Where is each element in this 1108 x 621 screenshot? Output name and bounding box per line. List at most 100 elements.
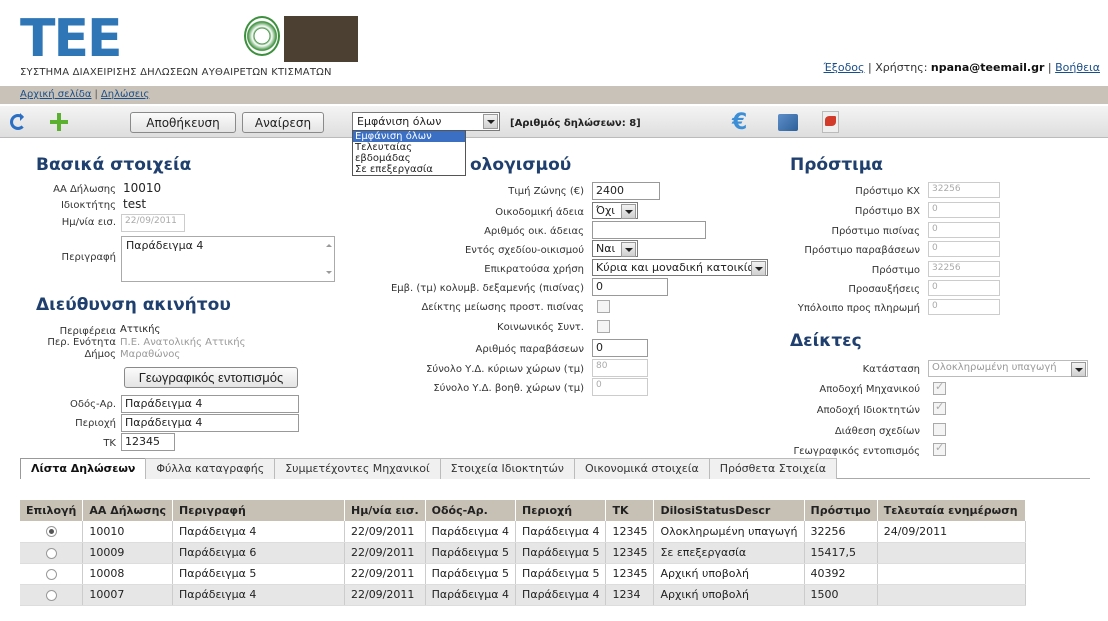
cell-last-update: 24/09/2011: [877, 521, 1026, 543]
geolocation-button[interactable]: Γεωγραφικός εντοπισμός: [124, 367, 298, 388]
prevailing-use-select[interactable]: Κύρια και μοναδική κατοικία: [592, 259, 768, 276]
pool-area-input[interactable]: 0: [592, 278, 668, 296]
owners-acceptance-label: Αποδοχή Ιδιοκτητών: [816, 405, 920, 416]
basic-info-title: Βασικά στοιχεία: [36, 155, 192, 175]
status-value: Ολοκληρωμένη υπαγωγή: [932, 362, 1057, 373]
logout-link[interactable]: Έξοδος: [824, 61, 865, 74]
help-link[interactable]: Βοήθεια: [1055, 61, 1100, 74]
row-select-radio[interactable]: [45, 589, 57, 601]
col-date[interactable]: Ημ/νία εισ.: [344, 500, 426, 521]
user-email: npana@teemail.gr: [930, 61, 1045, 74]
breadcrumb-declarations[interactable]: Δηλώσεις: [101, 89, 149, 100]
tab-financials[interactable]: Οικονομικά στοιχεία: [573, 458, 710, 479]
row-select-radio[interactable]: [45, 526, 57, 538]
permit-number-input[interactable]: [592, 221, 706, 239]
pool-index-label: Δείκτης μείωσης προστ. πισίνας: [421, 302, 584, 313]
cell-status: Αρχική υποβολή: [653, 563, 805, 585]
col-aa[interactable]: ΑΑ Δήλωσης: [82, 500, 173, 521]
main-spaces-total-label: Σύνολο Υ.Δ. κύριων χώρων (τμ): [426, 364, 584, 375]
social-checkbox[interactable]: [597, 320, 610, 333]
col-description[interactable]: Περιγραφή: [172, 500, 345, 521]
col-select[interactable]: Επιλογή: [20, 500, 84, 521]
owners-acceptance-checkbox: [933, 400, 946, 415]
zone-price-input[interactable]: 2400: [592, 182, 660, 200]
save-button[interactable]: Αποθήκευση: [130, 112, 236, 133]
col-last-update[interactable]: Τελευταία ενημέρωση: [877, 500, 1026, 521]
col-fine[interactable]: Πρόστιμο: [804, 500, 878, 521]
indicators-title: Δείκτες: [790, 331, 862, 351]
cancel-button[interactable]: Αναίρεση: [242, 112, 324, 133]
cell-description: Παράδειγμα 4: [172, 521, 345, 543]
chevron-down-icon[interactable]: [751, 261, 766, 276]
col-area[interactable]: Περιοχή: [515, 500, 607, 521]
in-plan-select[interactable]: Ναι: [592, 240, 638, 257]
refresh-icon[interactable]: [10, 113, 26, 130]
col-status[interactable]: DilosiStatusDescr: [653, 500, 805, 521]
violations-input[interactable]: 0: [592, 339, 648, 357]
pool-index-checkbox[interactable]: [597, 300, 610, 313]
row-select-radio[interactable]: [45, 547, 57, 559]
tab-owners[interactable]: Στοιχεία Ιδιοκτητών: [439, 458, 575, 479]
toolbar: Αποθήκευση Αναίρεση Εμφάνιση όλων [Αριθμ…: [0, 106, 1108, 138]
add-icon[interactable]: [50, 113, 68, 131]
date-field: 22/09/2011: [121, 214, 185, 232]
fine-bx-field: 0: [928, 202, 1000, 218]
status-label: Κατάσταση: [862, 364, 920, 375]
chevron-down-icon[interactable]: [621, 242, 636, 257]
aux-spaces-total-label: Σύνολο Υ.Δ. βοηθ. χώρων (τμ): [433, 383, 584, 394]
chevron-down-icon[interactable]: [483, 114, 498, 129]
owner-label: Ιδιοκτήτης: [60, 200, 116, 211]
scroll-up-icon[interactable]: [326, 241, 332, 247]
in-plan-value: Ναι: [596, 242, 616, 255]
area-input[interactable]: Παράδειγμα 4: [121, 414, 299, 432]
fine-violations-field: 0: [928, 241, 1000, 257]
municipality-value: Μαραθώνος: [120, 349, 181, 360]
table-row[interactable]: 10010 Παράδειγμα 4 22/09/2011 Παράδειγμα…: [20, 521, 1026, 543]
cell-date: 22/09/2011: [344, 542, 426, 564]
street-input[interactable]: Παράδειγμα 4: [121, 395, 299, 413]
main-spaces-total-field: 80: [592, 359, 648, 377]
tab-additional[interactable]: Πρόσθετα Στοιχεία: [708, 458, 838, 479]
fine-kx-label: Πρόστιμο ΚΧ: [855, 186, 920, 197]
col-street[interactable]: Οδός-Αρ.: [425, 500, 517, 521]
cell-area: Παράδειγμα 5: [515, 542, 607, 564]
filter-select[interactable]: Εμφάνιση όλων: [352, 112, 500, 131]
tab-record-sheets[interactable]: Φύλλα καταγραφής: [145, 458, 276, 479]
fines-title: Πρόστιμα: [790, 155, 883, 175]
surcharges-label: Προσαυξήσεις: [848, 284, 920, 295]
breadcrumb-home[interactable]: Αρχική σελίδα: [20, 89, 92, 100]
pdf-icon[interactable]: [822, 111, 839, 133]
cell-fine: 32256: [804, 521, 878, 543]
cell-street: Παράδειγμα 4: [425, 584, 517, 606]
user-label: Χρήστης:: [875, 61, 928, 74]
cell-street: Παράδειγμα 5: [425, 542, 517, 564]
balance-field: 0: [928, 299, 1000, 315]
col-zip[interactable]: ΤΚ: [605, 500, 655, 521]
table-row[interactable]: 10007 Παράδειγμα 4 22/09/2011 Παράδειγμα…: [20, 584, 1026, 606]
filter-option-last-week[interactable]: Τελευταίας εβδομάδας: [353, 142, 465, 164]
cell-street: Παράδειγμα 5: [425, 563, 517, 585]
tab-declarations-list[interactable]: Λίστα Δηλώσεων: [20, 458, 147, 479]
cell-status: Σε επεξεργασία: [653, 542, 805, 564]
municipality-label: Δήμος: [84, 349, 116, 360]
tab-engineers[interactable]: Συμμετέχοντες Μηχανικοί: [274, 458, 441, 479]
zip-input[interactable]: 12345: [121, 433, 175, 451]
calculation-title: ολογισμού: [470, 155, 572, 175]
table-row[interactable]: 10008 Παράδειγμα 5 22/09/2011 Παράδειγμα…: [20, 563, 1026, 585]
building-permit-select[interactable]: Όχι: [592, 202, 638, 219]
table-row[interactable]: 10009 Παράδειγμα 6 22/09/2011 Παράδειγμα…: [20, 542, 1026, 564]
description-textarea[interactable]: Παράδειγμα 4: [121, 236, 335, 282]
in-plan-label: Εντός σχεδίου-οικισμού: [464, 245, 584, 256]
chevron-down-icon[interactable]: [621, 204, 636, 219]
filter-option-in-progress[interactable]: Σε επεξεργασία: [353, 164, 465, 175]
filter-option-all[interactable]: Εμφάνιση όλων: [353, 131, 465, 142]
euro-icon[interactable]: €: [732, 110, 747, 135]
row-select-radio[interactable]: [45, 568, 57, 580]
export-icon[interactable]: [778, 114, 798, 131]
scroll-down-icon[interactable]: [326, 271, 332, 277]
table-header-row: Επιλογή ΑΑ Δήλωσης Περιγραφή Ημ/νία εισ.…: [20, 500, 1026, 521]
prevailing-use-label: Επικρατούσα χρήση: [484, 264, 584, 275]
building-permit-label: Οικοδομική άδεια: [495, 207, 584, 218]
fine-bx-label: Πρόστιμο ΒΧ: [854, 206, 920, 217]
plans-available-checkbox: [933, 423, 946, 436]
